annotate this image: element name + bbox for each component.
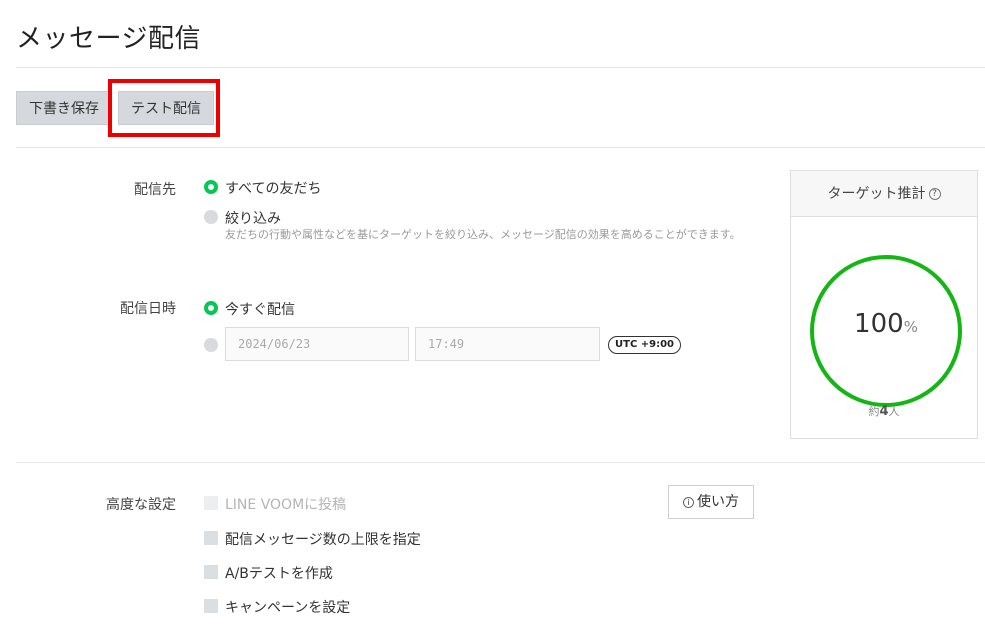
checkbox-line-voom xyxy=(204,496,218,510)
gauge-value: 100% xyxy=(814,309,958,339)
checkbox-message-limit-label[interactable]: 配信メッセージ数の上限を指定 xyxy=(225,529,421,549)
checkbox-line-voom-label: LINE VOOMに投稿 xyxy=(225,497,347,513)
howto-button[interactable]: i 使い方 xyxy=(668,485,754,519)
divider xyxy=(16,462,985,463)
radio-all-friends[interactable] xyxy=(204,180,218,194)
radio-filter-label[interactable]: 絞り込み xyxy=(225,208,281,228)
target-count-value: 4 xyxy=(879,404,889,419)
radio-send-now[interactable] xyxy=(204,301,218,315)
radio-all-friends-label[interactable]: すべての友だち xyxy=(225,178,321,198)
checkbox-message-limit[interactable] xyxy=(204,531,218,545)
delivery-time-label: 配信日時 xyxy=(120,301,176,317)
divider xyxy=(16,67,985,68)
target-estimate-card: ターゲット推計? 100% 約4人 xyxy=(790,170,978,439)
highlight-box xyxy=(108,79,220,137)
divider xyxy=(16,147,985,148)
howto-label: 使い方 xyxy=(697,494,739,510)
info-circle-icon: i xyxy=(683,496,694,508)
radio-send-now-label[interactable]: 今すぐ配信 xyxy=(225,299,295,319)
target-count: 約4人 xyxy=(791,403,977,419)
target-count-suffix: 人 xyxy=(888,405,900,418)
target-count-prefix: 約 xyxy=(868,405,880,418)
target-estimate-title: ターゲット推計 xyxy=(827,186,926,202)
checkbox-ab-test-label[interactable]: A/Bテストを作成 xyxy=(225,563,333,583)
time-input[interactable]: 17:49 xyxy=(415,327,600,361)
page-title: メッセージ配信 xyxy=(16,24,201,54)
gauge-percent-unit: % xyxy=(903,318,918,336)
advanced-settings-label: 高度な設定 xyxy=(106,497,176,513)
target-gauge: 100% xyxy=(810,255,962,407)
timezone-badge: UTC +9:00 xyxy=(608,336,682,354)
radio-filter[interactable] xyxy=(204,210,218,224)
date-input[interactable]: 2024/06/23 xyxy=(225,327,409,361)
save-draft-button[interactable]: 下書き保存 xyxy=(16,91,112,125)
gauge-percent: 100 xyxy=(854,309,904,339)
checkbox-campaign[interactable] xyxy=(204,599,218,613)
radio-scheduled[interactable] xyxy=(204,338,218,352)
target-estimate-header: ターゲット推計? xyxy=(791,171,977,217)
checkbox-ab-test[interactable] xyxy=(204,565,218,579)
filter-help-text: 友だちの行動や属性などを基にターゲットを絞り込み、メッセージ配信の効果を高めるこ… xyxy=(225,228,741,241)
delivery-target-label: 配信先 xyxy=(134,182,176,198)
checkbox-campaign-label[interactable]: キャンペーンを設定 xyxy=(225,597,350,617)
question-circle-icon[interactable]: ? xyxy=(928,188,941,200)
